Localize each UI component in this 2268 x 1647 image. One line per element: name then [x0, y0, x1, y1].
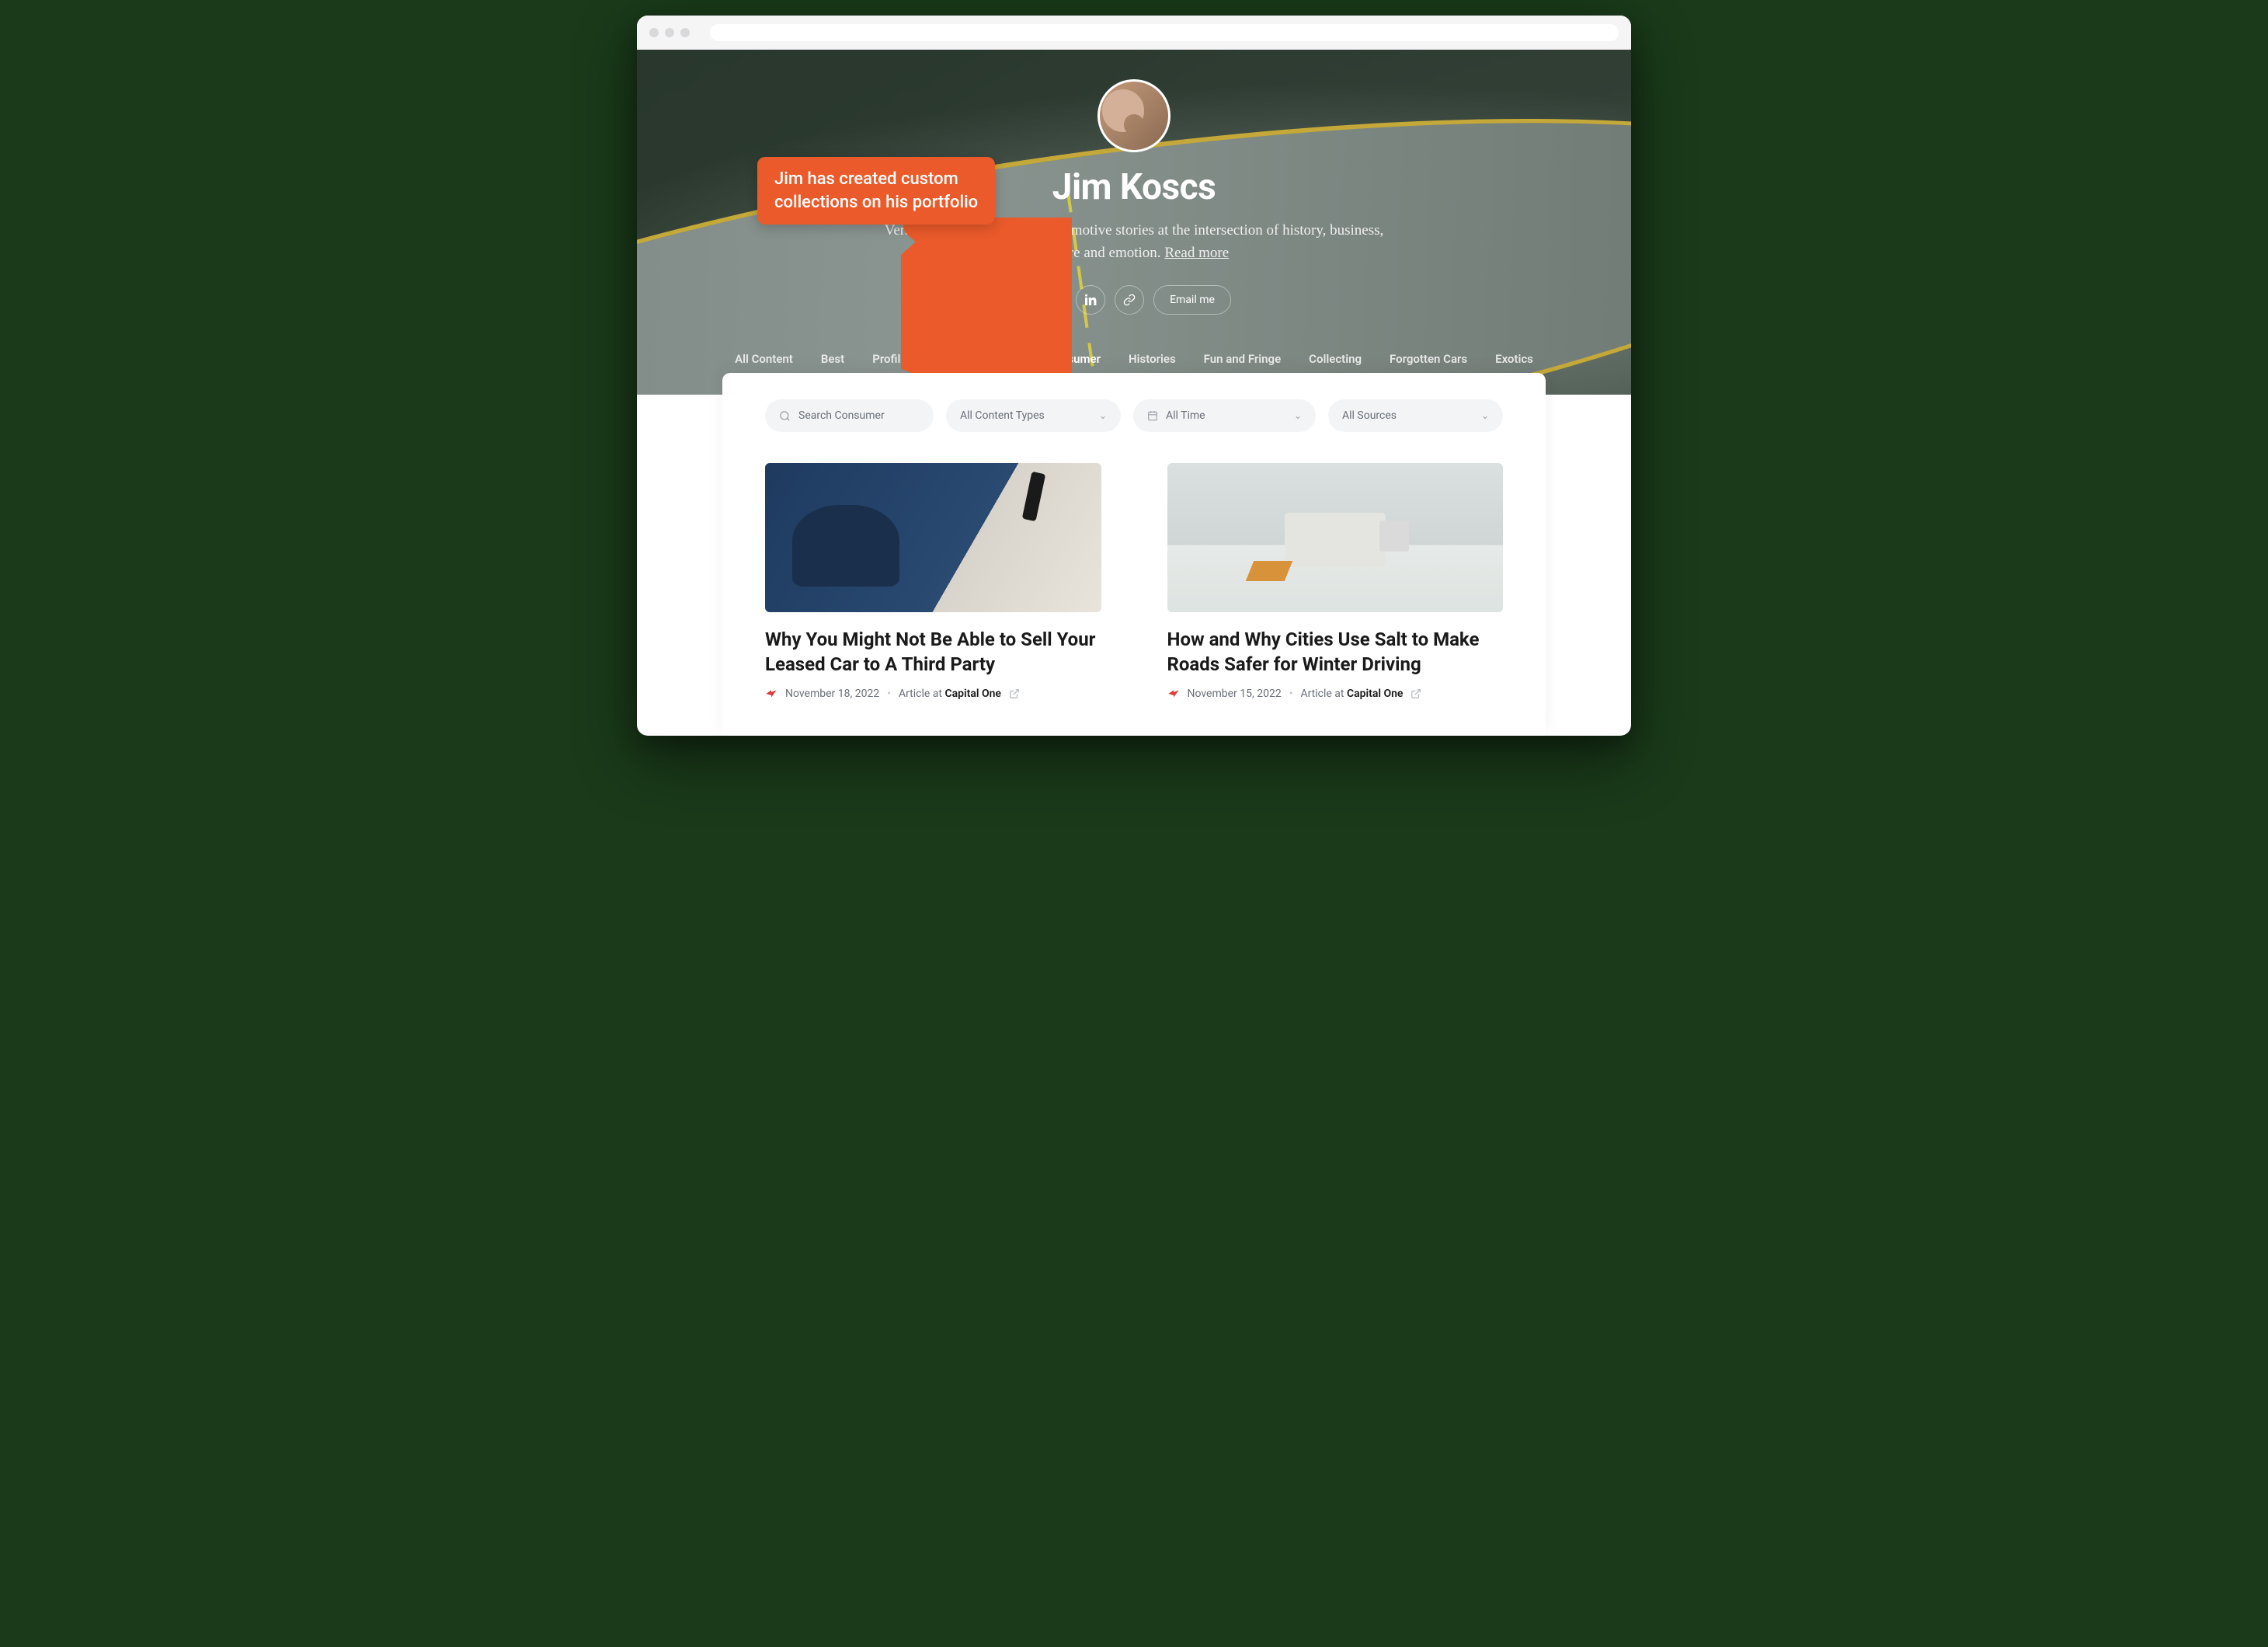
search-placeholder: Search Consumer	[798, 409, 885, 422]
article-card[interactable]: Why You Might Not Be Able to Sell Your L…	[765, 463, 1101, 700]
article-type: Article at	[899, 688, 945, 700]
article-title: How and Why Cities Use Salt to Make Road…	[1167, 628, 1504, 677]
external-link-icon	[1009, 688, 1020, 699]
social-row: Email me	[1037, 285, 1231, 315]
chevron-down-icon: ⌄	[1481, 410, 1489, 421]
article-grid: Why You Might Not Be Able to Sell Your L…	[765, 463, 1503, 700]
article-card[interactable]: How and Why Cities Use Salt to Make Road…	[1167, 463, 1504, 700]
article-source: Capital One	[944, 688, 1001, 700]
calendar-icon	[1147, 410, 1158, 421]
bio-text: Versatile journalist writing automotive …	[885, 222, 1384, 261]
avatar[interactable]	[1097, 79, 1171, 152]
window-min-dot[interactable]	[665, 28, 674, 37]
article-meta: November 18, 2022 • Article at Capital O…	[765, 688, 1101, 700]
external-link-icon	[1411, 688, 1421, 699]
article-title: Why You Might Not Be Able to Sell Your L…	[765, 628, 1101, 677]
filter-label: All Time	[1166, 409, 1205, 422]
source-icon	[765, 688, 777, 700]
address-bar[interactable]	[710, 24, 1619, 41]
content-type-filter[interactable]: All Content Types ⌄	[946, 399, 1121, 432]
filter-label: All Content Types	[960, 409, 1045, 422]
article-image	[765, 463, 1101, 612]
window-close-dot[interactable]	[649, 28, 659, 37]
filters-row: Search Consumer All Content Types ⌄ All …	[765, 399, 1503, 432]
profile-name: Jim Koscs	[1052, 166, 1216, 208]
browser-window: Jim Koscs Versatile journalist writing a…	[637, 16, 1631, 736]
window-max-dot[interactable]	[680, 28, 690, 37]
article-date: November 18, 2022	[785, 688, 879, 700]
linkedin-icon[interactable]	[1076, 285, 1105, 315]
article-meta: November 15, 2022 • Article at Capital O…	[1167, 688, 1504, 700]
chevron-down-icon: ⌄	[1099, 410, 1107, 421]
search-input[interactable]: Search Consumer	[765, 399, 934, 432]
article-type: Article at	[1300, 688, 1347, 700]
search-icon	[779, 410, 791, 422]
email-button[interactable]: Email me	[1153, 285, 1231, 315]
sources-filter[interactable]: All Sources ⌄	[1328, 399, 1503, 432]
link-icon[interactable]	[1115, 285, 1144, 315]
filter-label: All Sources	[1342, 409, 1397, 422]
source-icon	[1167, 688, 1180, 700]
article-image	[1167, 463, 1504, 612]
article-source: Capital One	[1347, 688, 1404, 700]
read-more-link[interactable]: Read more	[1164, 245, 1229, 261]
titlebar	[637, 16, 1631, 50]
annotation-callout: Jim has created custom collections on hi…	[757, 157, 995, 225]
profile-bio: Versatile journalist writing automotive …	[862, 219, 1406, 265]
time-filter[interactable]: All Time ⌄	[1133, 399, 1316, 432]
chevron-down-icon: ⌄	[1294, 410, 1302, 421]
content-panel: Search Consumer All Content Types ⌄ All …	[722, 373, 1546, 736]
article-date: November 15, 2022	[1188, 688, 1282, 700]
callout-line: Jim has created custom	[774, 168, 978, 191]
callout-line: collections on his portfolio	[774, 191, 978, 214]
twitter-icon[interactable]	[1037, 285, 1066, 315]
